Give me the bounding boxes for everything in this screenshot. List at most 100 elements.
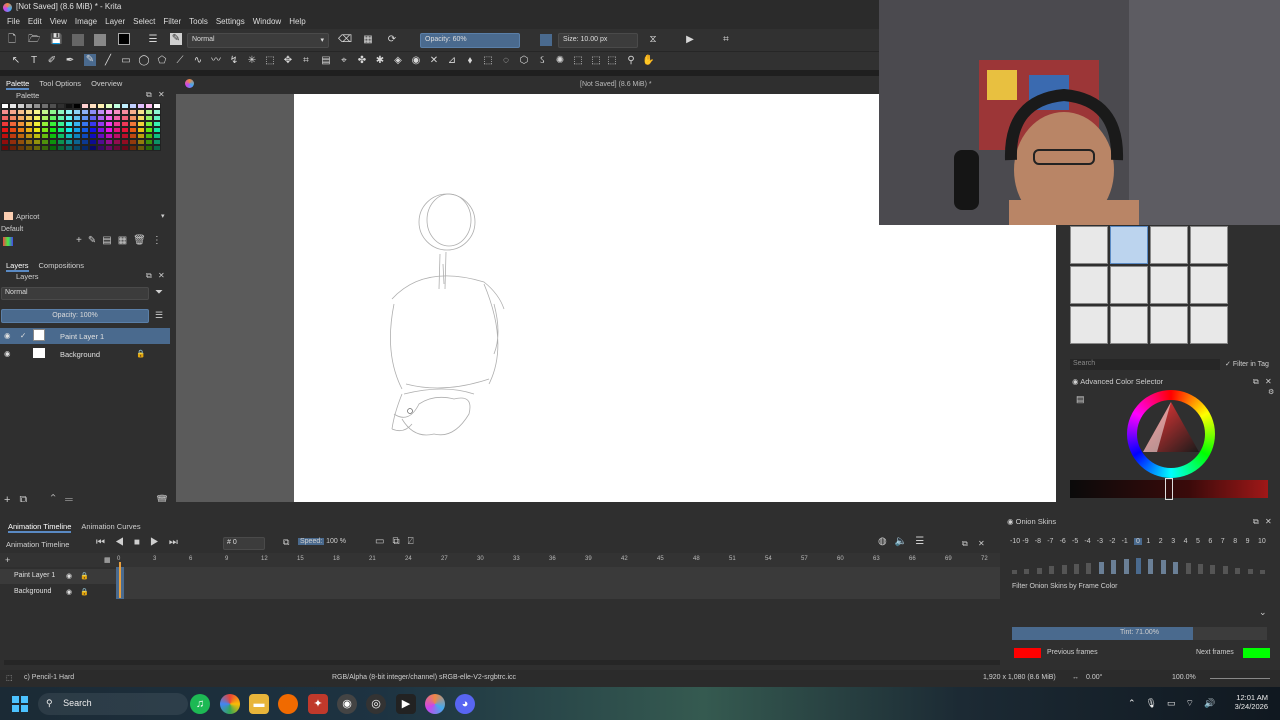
alpha-lock-icon[interactable]: ▦ — [362, 34, 374, 46]
menu-edit[interactable]: Edit — [24, 15, 46, 29]
filter-icon[interactable]: ⏷ — [155, 287, 163, 298]
polyline-tool-icon[interactable]: ⟋ — [174, 55, 186, 67]
pan-tool-icon[interactable]: ✋ — [642, 55, 654, 67]
taskbar-clock[interactable]: 12:01 AM 3/24/2026 — [1222, 693, 1268, 711]
open-document-icon[interactable]: 🗁 — [28, 34, 40, 46]
file-explorer-icon[interactable]: ▬ — [249, 694, 269, 714]
drop-frames-icon[interactable]: ⧉ — [283, 537, 289, 548]
app-icon[interactable]: ✦ — [308, 694, 328, 714]
timeline-row-paint-layer-1[interactable]: Paint Layer 1 ◉ 🔒 — [0, 569, 116, 584]
reload-preset-icon[interactable]: ⟳ — [386, 34, 398, 46]
float-icon[interactable]: ⧉ — [962, 539, 968, 548]
tab-animation-timeline[interactable]: Animation Timeline — [8, 520, 72, 533]
gradient-tool-icon[interactable]: ▤ — [320, 55, 332, 67]
palette-swatch[interactable] — [25, 145, 33, 151]
timeline-scrollbar[interactable] — [4, 660, 1000, 665]
media-player-icon[interactable]: ▶ — [396, 694, 416, 714]
layer-row-paint-layer-1[interactable]: ◉ ✓ Paint Layer 1 — [0, 328, 170, 344]
palette-swatch[interactable] — [9, 145, 17, 151]
brush-preset-tile[interactable] — [1150, 306, 1188, 344]
onion-opacity-bar[interactable] — [1024, 568, 1030, 574]
onion-frame-number[interactable]: 6 — [1208, 538, 1212, 545]
onion-opacity-bar[interactable] — [1086, 562, 1092, 574]
next-frames-color[interactable] — [1243, 648, 1270, 658]
visibility-eye-icon[interactable]: ◉ — [66, 572, 72, 580]
layer-opacity-slider[interactable]: Opacity: 100% — [1, 309, 149, 323]
onion-opacity-bar[interactable] — [1210, 565, 1216, 574]
spotify-icon[interactable]: ♫ — [190, 694, 210, 714]
close-icon[interactable]: ✕ — [978, 539, 985, 548]
onion-opacity-bar[interactable] — [1235, 567, 1241, 574]
menu-layer[interactable]: Layer — [101, 15, 129, 29]
brush-preset-tile[interactable] — [1190, 266, 1228, 304]
onion-opacity-bar[interactable] — [1074, 564, 1079, 574]
timeline-menu-icon[interactable]: ☰ — [915, 536, 932, 547]
menu-select[interactable]: Select — [129, 15, 159, 29]
tab-palette[interactable]: Palette — [6, 77, 30, 90]
onion-opacity-bar[interactable] — [1222, 566, 1228, 574]
onion-frame-number[interactable]: -10 — [1010, 538, 1020, 545]
previous-frames-color[interactable] — [1014, 648, 1041, 658]
zoom-tool-icon[interactable]: ⚲ — [625, 55, 637, 67]
tint-slider[interactable]: Tint: 71.00% — [1012, 627, 1267, 640]
palette-swatch[interactable] — [129, 145, 137, 151]
filter-in-tag-checkbox[interactable]: ✓ Filter in Tag — [1225, 360, 1269, 368]
contiguous-select-icon[interactable]: ✺ — [554, 55, 566, 67]
chrome-icon[interactable] — [220, 694, 240, 714]
tab-compositions[interactable]: Compositions — [39, 259, 84, 272]
freehand-select-icon[interactable]: ઽ — [536, 55, 548, 67]
visibility-eye-icon[interactable]: ◉ — [4, 349, 11, 358]
menu-view[interactable]: View — [46, 15, 71, 29]
float-icon[interactable]: ⧉ — [146, 90, 152, 99]
palette-swatch[interactable] — [57, 145, 65, 151]
close-icon[interactable]: ✕ — [158, 90, 165, 99]
taskbar-search[interactable]: ⚲ Search — [38, 693, 188, 715]
start-menu-icon[interactable] — [12, 696, 28, 712]
color-hue-ring[interactable] — [1127, 390, 1215, 478]
onion-frame-number[interactable]: -4 — [1084, 538, 1090, 545]
onion-opacity-bar[interactable] — [1160, 560, 1166, 574]
measure-tool-icon[interactable]: ⊿ — [446, 55, 458, 67]
audio-icon[interactable]: 🔈 — [895, 536, 915, 547]
onion-frame-number[interactable]: -7 — [1047, 538, 1053, 545]
chevron-down-icon[interactable]: ▾ — [161, 212, 165, 220]
dynamic-brush-icon[interactable]: ↯ — [228, 55, 240, 67]
last-frame-icon[interactable]: ⏭ — [169, 537, 188, 548]
tab-animation-curves[interactable]: Animation Curves — [81, 520, 140, 533]
bezier-tool-icon[interactable]: ∿ — [192, 55, 204, 67]
layer-blend-mode-select[interactable]: Normal — [1, 287, 149, 300]
reference-tool-icon[interactable]: ⬧ — [464, 55, 476, 67]
palette-swatch[interactable] — [153, 145, 161, 151]
pattern-icon[interactable] — [72, 34, 84, 46]
discord-icon[interactable]: ◕ — [455, 694, 475, 714]
brush-search-input[interactable]: Search — [1070, 359, 1220, 370]
add-swatch-icon[interactable]: + — [76, 235, 88, 246]
menu-window[interactable]: Window — [249, 15, 285, 29]
rect-select-icon[interactable]: ⬚ — [482, 55, 494, 67]
palette-swatch[interactable] — [137, 145, 145, 151]
ellipse-tool-icon[interactable]: ◯ — [138, 55, 150, 67]
brush-preset-tile[interactable] — [1190, 306, 1228, 344]
close-icon[interactable]: ✕ — [1265, 377, 1272, 386]
mirror-vertical-icon[interactable]: ▶ — [684, 34, 696, 46]
assistant-tool-icon[interactable]: ✕ — [428, 55, 440, 67]
brush-preset-tile[interactable] — [1070, 226, 1108, 264]
microphone-icon[interactable]: 🎙 — [1146, 698, 1167, 708]
onion-frame-number[interactable]: 10 — [1258, 538, 1266, 545]
network-icon[interactable]: ⌔ — [1186, 698, 1204, 708]
brush-preset-icon[interactable]: ✎ — [170, 33, 182, 45]
duplicate-frame-icon[interactable]: ⧉ — [392, 536, 407, 547]
brush-preset-tile[interactable] — [1150, 266, 1188, 304]
onion-opacity-bar[interactable] — [1198, 564, 1203, 574]
multibrush-icon[interactable]: ✳ — [246, 55, 258, 67]
rectangle-tool-icon[interactable]: ▭ — [120, 55, 132, 67]
palette-swatch[interactable] — [145, 145, 153, 151]
rotate-icon[interactable]: ↔ — [1072, 674, 1079, 681]
playhead[interactable] — [119, 562, 121, 598]
onion-opacity-bar[interactable] — [1123, 559, 1129, 574]
onion-skin-icon[interactable]: ◍ — [878, 536, 895, 547]
menu-settings[interactable]: Settings — [212, 15, 249, 29]
palette-swatch[interactable] — [105, 145, 113, 151]
tab-overview[interactable]: Overview — [91, 77, 122, 90]
color-space-info[interactable]: RGB/Alpha (8-bit integer/channel) sRGB-e… — [332, 674, 516, 681]
